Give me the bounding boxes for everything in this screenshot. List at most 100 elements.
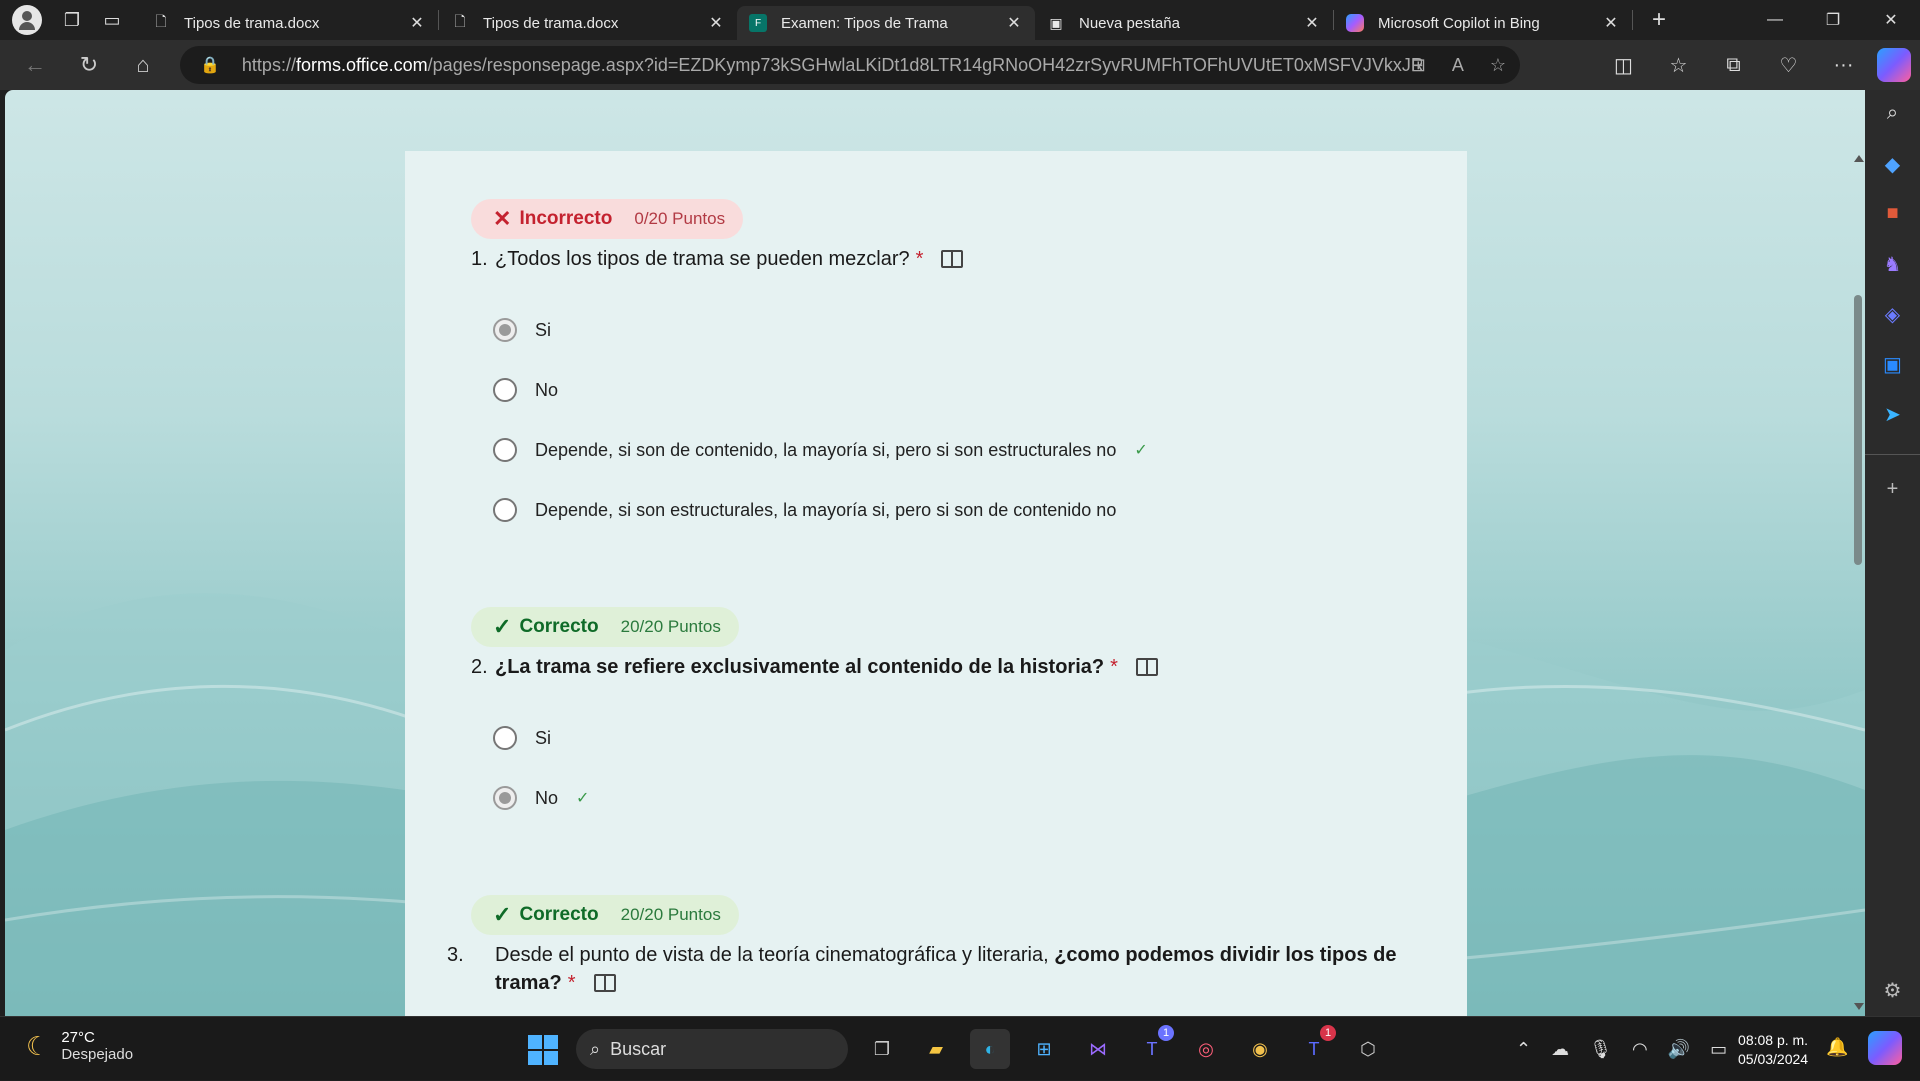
microphone-icon[interactable]: 🎙 <box>1589 1039 1612 1060</box>
required-asterisk: * <box>567 972 576 994</box>
tab-nueva-pestana[interactable]: ▣ Nueva pestaña ✕ <box>1035 6 1333 40</box>
url-path: /pages/responsepage.aspx?id=EZDKymp73kSG… <box>427 54 1422 75</box>
chevron-up-icon[interactable]: ⌃ <box>1516 1039 1531 1060</box>
copilot-sidebar-icon[interactable] <box>1877 48 1911 82</box>
browser-essentials-icon[interactable]: ♡ <box>1761 53 1816 78</box>
q2-option-si[interactable]: Si <box>493 724 551 752</box>
app-available-icon[interactable]: ⊞ <box>1411 55 1426 76</box>
start-windows-icon[interactable] <box>528 1035 558 1065</box>
check-mark-icon: ✓ <box>493 614 512 639</box>
tab-title: Tipos de trama.docx <box>483 14 619 32</box>
quiz-card: ✕ Incorrecto 0/20 Puntos 1. ¿Todos los ti… <box>405 151 1467 1016</box>
volume-icon[interactable]: 🔊 <box>1668 1039 1690 1060</box>
scroll-thumb[interactable] <box>1854 295 1862 565</box>
option-label: Si <box>535 727 552 748</box>
copilot-app-icon[interactable]: ◈ <box>1865 302 1920 327</box>
radio-button[interactable] <box>493 786 517 810</box>
lock-icon[interactable]: 🔒 <box>200 55 220 75</box>
radio-button[interactable] <box>493 378 517 402</box>
refresh-icon[interactable]: ↻ <box>62 45 116 85</box>
copilot-taskbar-icon[interactable] <box>1868 1031 1902 1065</box>
close-tab-icon[interactable]: ✕ <box>1602 13 1620 33</box>
result-status: Correcto <box>519 904 599 925</box>
q1-option-depende-estructurales[interactable]: Depende, si son estructurales, la mayorí… <box>493 496 1116 524</box>
immersive-reader-icon[interactable] <box>1135 658 1158 676</box>
vertical-tabs-icon[interactable]: ▭ <box>92 0 132 40</box>
radio-button[interactable] <box>493 318 517 342</box>
restore-icon[interactable]: ❐ <box>1804 0 1862 40</box>
chrome-icon[interactable]: ◉ <box>1240 1029 1280 1069</box>
profile-avatar-icon[interactable] <box>12 5 42 35</box>
immersive-reader-icon[interactable] <box>941 250 964 268</box>
taskbar-search[interactable]: ⌕ Buscar <box>576 1029 848 1069</box>
file-explorer-icon[interactable]: ▰ <box>916 1029 956 1069</box>
clock[interactable]: 08:08 p. m. 05/03/2024 <box>1738 1031 1808 1069</box>
edge-icon[interactable]: ◐ <box>970 1029 1010 1069</box>
url-text[interactable]: https://forms.office.com/pages/responsep… <box>242 55 1422 76</box>
close-window-icon[interactable]: ✕ <box>1862 0 1920 40</box>
search-icon[interactable]: ⌕ <box>1865 102 1920 125</box>
favorite-star-icon[interactable]: ☆ <box>1490 55 1506 76</box>
address-bar-actions: ⊞ A ☆ <box>1411 46 1506 84</box>
search-icon: ⌕ <box>590 1038 601 1059</box>
correct-check-icon: ✓ <box>1134 442 1148 459</box>
creative-cloud-icon[interactable]: ◎ <box>1186 1029 1226 1069</box>
moon-icon: ☾ <box>26 1030 50 1061</box>
q2-option-no[interactable]: No ✓ <box>493 784 589 812</box>
weather-widget[interactable]: ☾ 27°C Despejado <box>26 1029 133 1063</box>
tab-tipos-de-trama-1[interactable]: 🗋 Tipos de trama.docx ✕ <box>140 6 438 40</box>
favorites-icon[interactable]: ☆ <box>1651 53 1706 78</box>
visual-studio-icon[interactable]: ⋈ <box>1078 1029 1118 1069</box>
notification-bell-icon[interactable]: 🔔 <box>1826 1037 1848 1058</box>
teams-icon[interactable]: T1 <box>1132 1025 1174 1069</box>
close-tab-icon[interactable]: ✕ <box>707 13 725 33</box>
battery-icon[interactable]: ▭ <box>1710 1039 1727 1060</box>
q1-option-depende-contenido[interactable]: Depende, si son de contenido, la mayoría… <box>493 436 1148 464</box>
tab-copilot[interactable]: Microsoft Copilot in Bing ✕ <box>1334 6 1632 40</box>
tools-icon[interactable]: ■ <box>1865 202 1920 225</box>
settings-gear-icon[interactable]: ⚙ <box>1865 978 1920 1003</box>
new-tab-button[interactable]: + <box>1639 6 1679 34</box>
add-icon[interactable]: + <box>1865 478 1920 501</box>
home-icon[interactable]: ⌂ <box>116 45 170 85</box>
workspaces-icon[interactable]: ❐ <box>52 0 92 40</box>
scroll-up-arrow-icon[interactable] <box>1854 155 1864 162</box>
q1-option-si[interactable]: Si <box>493 316 551 344</box>
minimize-icon[interactable]: — <box>1746 0 1804 40</box>
games-icon[interactable]: ♞ <box>1865 252 1920 277</box>
task-view-icon[interactable]: ❐ <box>862 1029 902 1069</box>
tab-examen[interactable]: F Examen: Tipos de Trama ✕ <box>737 6 1035 40</box>
immersive-reader-icon[interactable] <box>593 974 616 992</box>
split-screen-icon[interactable]: ◫ <box>1596 53 1651 78</box>
wifi-icon[interactable]: ◠ <box>1632 1039 1648 1060</box>
onedrive-icon[interactable]: ☁ <box>1551 1039 1569 1060</box>
tab-title: Tipos de trama.docx <box>184 14 320 32</box>
close-tab-icon[interactable]: ✕ <box>1005 13 1023 33</box>
collections-icon[interactable]: ⧉ <box>1706 54 1761 77</box>
tab-title: Nueva pestaña <box>1079 14 1180 32</box>
shopping-tag-icon[interactable]: ◆ <box>1865 152 1920 177</box>
outlook-icon[interactable]: ▣ <box>1865 352 1920 377</box>
radio-button[interactable] <box>493 726 517 750</box>
radio-button[interactable] <box>493 438 517 462</box>
option-label: Depende, si son de contenido, la mayoría… <box>535 439 1117 460</box>
tab-tipos-de-trama-2[interactable]: 🗋 Tipos de trama.docx ✕ <box>439 6 737 40</box>
unity-icon[interactable]: ⬡ <box>1348 1029 1388 1069</box>
close-tab-icon[interactable]: ✕ <box>1303 13 1321 33</box>
more-menu-icon[interactable]: ··· <box>1816 54 1871 77</box>
microsoft-store-icon[interactable]: ⊞ <box>1024 1029 1064 1069</box>
teams-new-icon[interactable]: T1 <box>1294 1025 1336 1069</box>
radio-button[interactable] <box>493 498 517 522</box>
address-bar[interactable]: 🔒 https://forms.office.com/pages/respons… <box>180 46 1520 84</box>
read-aloud-icon[interactable]: A <box>1452 55 1464 76</box>
page-scrollbar[interactable] <box>1851 155 1865 1010</box>
drop-icon[interactable]: ➤ <box>1865 402 1920 427</box>
scroll-down-arrow-icon[interactable] <box>1854 1003 1864 1010</box>
q1-option-no[interactable]: No <box>493 376 558 404</box>
back-arrow-icon[interactable]: ← <box>8 45 62 85</box>
tab-strip: 🗋 Tipos de trama.docx ✕ 🗋 Tipos de trama… <box>140 0 1679 40</box>
notification-badge: 1 <box>1158 1025 1174 1041</box>
question-text: Desde el punto de vista de la teoría cin… <box>495 944 1055 966</box>
window-controls: — ❐ ✕ <box>1746 0 1920 40</box>
close-tab-icon[interactable]: ✕ <box>408 13 426 33</box>
